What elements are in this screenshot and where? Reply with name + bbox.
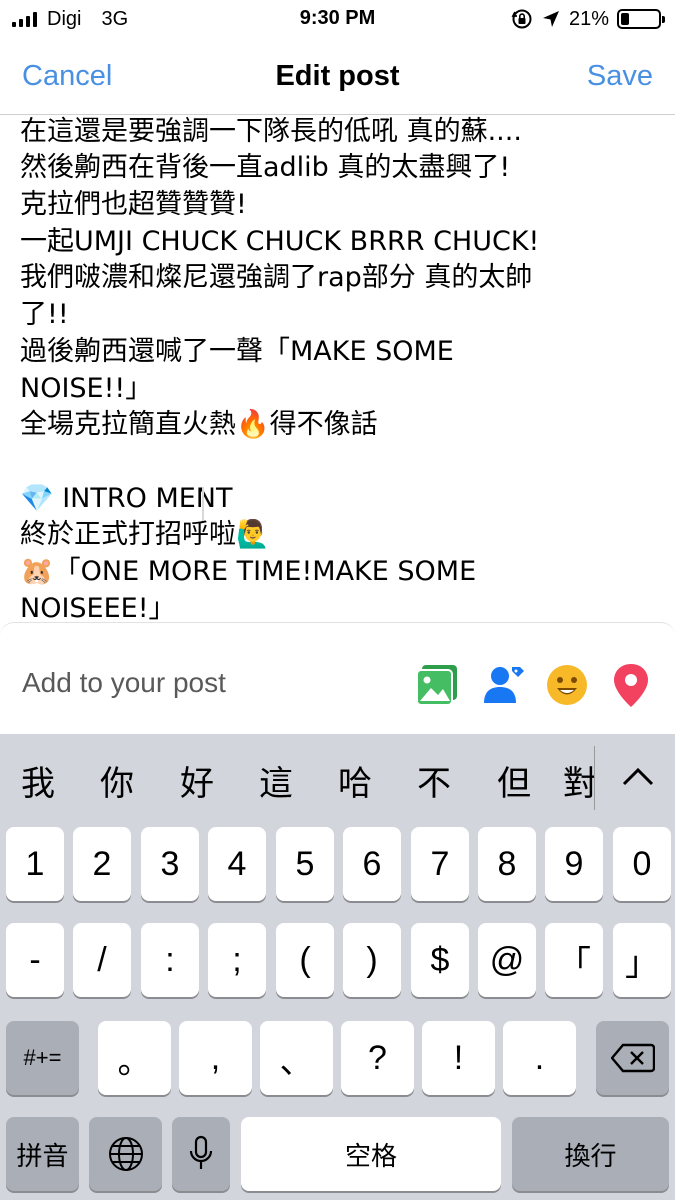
key[interactable]: 。: [98, 1021, 171, 1095]
key[interactable]: -: [6, 923, 64, 997]
post-text-line[interactable]: 了!!: [20, 297, 620, 334]
candidate-word[interactable]: 不: [404, 756, 464, 805]
key[interactable]: 4: [208, 827, 266, 901]
key[interactable]: /: [73, 923, 131, 997]
location-arrow-icon: [542, 11, 559, 27]
keyboard: 我 你 好 這 哈 不 但 對 1234567890 - /:;() $ @ 「」 。,…: [0, 734, 675, 1200]
dictation-key[interactable]: [172, 1117, 230, 1191]
chevron-up-icon[interactable]: [612, 752, 664, 802]
post-text-line[interactable]: 🐹「ONE MORE TIME!MAKE SOME: [20, 554, 620, 591]
post-text-line[interactable]: 在這還是要強調一下隊長的低吼 真的蘇....: [20, 115, 620, 150]
key[interactable]: @: [478, 923, 536, 997]
key[interactable]: 6: [343, 827, 401, 901]
key[interactable]: 9: [545, 827, 603, 901]
more-symbols-key[interactable]: #+=: [6, 1021, 79, 1095]
post-text-line[interactable]: 然後齁西在背後一直adlib 真的太盡興了!: [20, 150, 620, 187]
post-text-line[interactable]: NOISE!!」: [20, 371, 620, 408]
key[interactable]: $: [411, 923, 469, 997]
feeling-icon[interactable]: [543, 661, 591, 709]
post-text-line[interactable]: [20, 444, 620, 481]
key[interactable]: (: [276, 923, 334, 997]
candidate-word[interactable]: 哈: [325, 756, 385, 805]
key[interactable]: :: [141, 923, 199, 997]
pinyin-key[interactable]: 拼音: [6, 1117, 79, 1191]
post-text-line[interactable]: 一起UMJI CHUCK CHUCK BRRR CHUCK!: [20, 224, 620, 261]
text-cursor: [202, 487, 204, 521]
status-right: 21%: [511, 7, 665, 31]
post-text-line[interactable]: 克拉們也超贊贊贊!: [20, 187, 620, 224]
delete-icon: [610, 1043, 655, 1073]
candidate-word[interactable]: 但: [484, 756, 544, 805]
delete-key[interactable]: [596, 1021, 669, 1095]
location-pin-icon[interactable]: [607, 661, 655, 709]
candidate-word[interactable]: 我: [8, 756, 68, 805]
add-to-post-label: Add to your post: [22, 667, 226, 698]
key[interactable]: ;: [208, 923, 266, 997]
status-bar: Digi 3G 9:30 PM 21%: [0, 0, 675, 38]
candidate-word[interactable]: 對: [563, 756, 594, 805]
key[interactable]: !: [422, 1021, 495, 1095]
key[interactable]: 「: [545, 923, 603, 997]
save-button[interactable]: Save: [587, 60, 653, 93]
post-text[interactable]: 大大阿阿阿家在這還是要強調一下隊長的低吼 真的蘇....然後齁西在背後一直adl…: [20, 115, 620, 623]
post-text-line[interactable]: 💎 INTRO MENT: [20, 481, 620, 518]
orientation-lock-icon: [511, 9, 532, 29]
post-text-line[interactable]: 過後齁西還喊了一聲「MAKE SOME: [20, 334, 620, 371]
microphone-icon: [189, 1135, 213, 1169]
candidate-divider: [594, 746, 595, 810]
key[interactable]: ,: [179, 1021, 252, 1095]
key[interactable]: 、: [260, 1021, 333, 1095]
battery-level: [621, 13, 629, 25]
photo-icon[interactable]: [413, 661, 461, 709]
key[interactable]: ): [343, 923, 401, 997]
candidate-word[interactable]: 你: [87, 756, 147, 805]
return-key[interactable]: 換行: [512, 1117, 669, 1191]
cancel-button[interactable]: Cancel: [22, 60, 112, 93]
tag-people-icon[interactable]: [480, 661, 528, 709]
key[interactable]: 3: [141, 827, 199, 901]
key[interactable]: 8: [478, 827, 536, 901]
key[interactable]: ?: [341, 1021, 414, 1095]
key[interactable]: 2: [73, 827, 131, 901]
space-key[interactable]: 空格: [241, 1117, 501, 1191]
key[interactable]: 7: [411, 827, 469, 901]
candidate-word[interactable]: 好: [167, 756, 227, 805]
key[interactable]: 5: [276, 827, 334, 901]
post-text-line[interactable]: 終於正式打招呼啦🙋‍♂️: [20, 517, 620, 554]
battery-icon: [617, 9, 665, 29]
key[interactable]: 1: [6, 827, 64, 901]
key[interactable]: .: [503, 1021, 576, 1095]
globe-key[interactable]: [89, 1117, 162, 1191]
post-text-line[interactable]: 我們啵濃和燦尼還強調了rap部分 真的太帥: [20, 260, 620, 297]
candidate-word[interactable]: 這: [246, 756, 306, 805]
globe-icon: [108, 1137, 143, 1171]
battery-percent: 21%: [568, 7, 609, 30]
post-text-area[interactable]: 大大阿阿阿家在這還是要強調一下隊長的低吼 真的蘇....然後齁西在背後一直adl…: [0, 115, 675, 623]
candidate-clip: 對: [563, 734, 594, 822]
key[interactable]: 」: [613, 923, 671, 997]
nav-bar: Cancel Edit post Save: [0, 40, 675, 115]
key[interactable]: 0: [613, 827, 671, 901]
candidate-bar: 我 你 好 這 哈 不 但 對: [0, 734, 675, 822]
post-text-line[interactable]: NOISEEE!」: [20, 591, 620, 623]
add-to-post-bar[interactable]: Add to your post: [0, 622, 675, 735]
post-text-line[interactable]: 全場克拉簡直火熱🔥得不像話: [20, 407, 620, 444]
